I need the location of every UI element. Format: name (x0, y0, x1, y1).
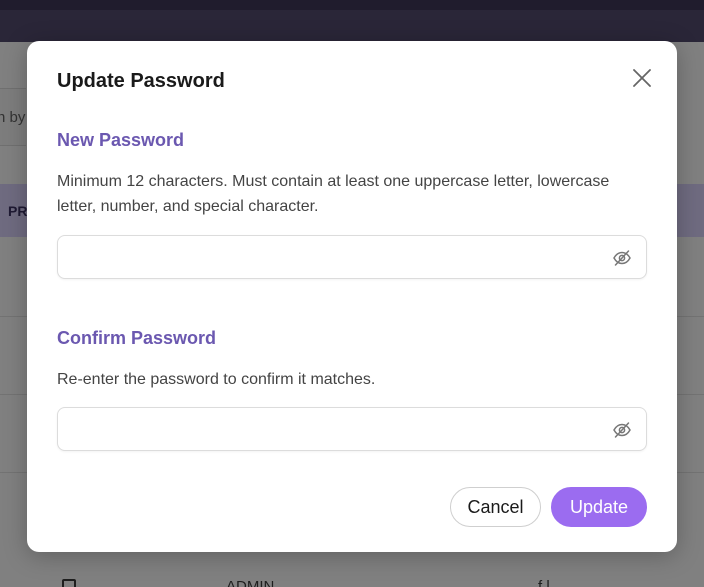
new-password-field[interactable] (57, 235, 647, 279)
dialog-title: Update Password (57, 70, 225, 92)
copy-icon (62, 579, 76, 587)
table-cell-text: f l (538, 578, 550, 587)
table-cell-role: ADMIN (226, 578, 275, 587)
table-header-label: PR (8, 203, 28, 219)
search-placeholder: n by (0, 109, 26, 126)
confirm-password-hint: Re-enter the password to confirm it matc… (57, 371, 376, 388)
confirm-password-label: Confirm Password (57, 328, 217, 348)
eye-off-icon[interactable] (612, 420, 632, 440)
confirm-password-field[interactable] (57, 407, 647, 451)
update-password-dialog: Update Password New Password Minimum 12 … (27, 41, 677, 552)
new-password-label: New Password (57, 130, 185, 150)
search-bar: n by (0, 88, 26, 146)
new-password-input[interactable] (70, 246, 590, 268)
confirm-password-input[interactable] (70, 418, 590, 440)
new-password-hint: Minimum 12 characters. Must contain at l… (57, 173, 610, 215)
close-icon[interactable] (630, 66, 654, 90)
update-button[interactable]: Update (551, 487, 647, 527)
app-topbar (0, 0, 704, 42)
cancel-button[interactable]: Cancel (450, 487, 541, 527)
eye-off-icon[interactable] (612, 248, 632, 268)
